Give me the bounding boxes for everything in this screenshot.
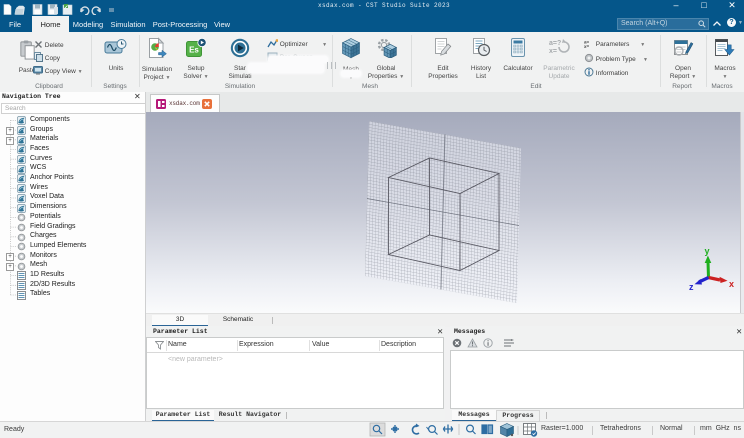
svg-text:Es: Es [189,46,199,55]
svg-text:y: y [705,246,710,256]
svg-text:x=: x= [584,44,590,48]
svg-text:x: x [729,279,734,289]
svg-text:z: z [689,282,694,292]
svg-text:a=?: a=? [549,40,561,47]
svg-text:x=: x= [549,48,557,55]
